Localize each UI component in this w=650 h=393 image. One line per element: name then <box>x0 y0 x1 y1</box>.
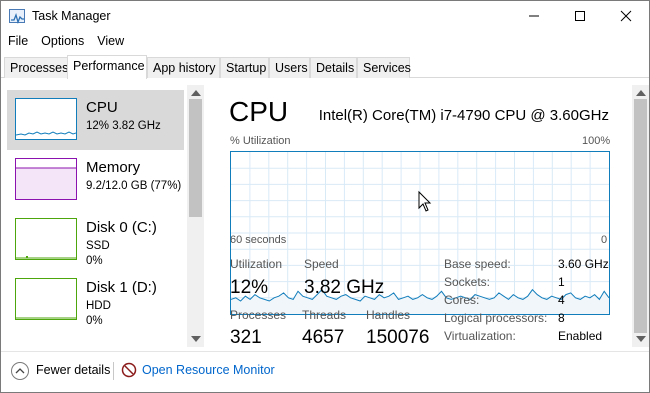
sidebar-item-cpu[interactable]: CPU 12% 3.82 GHz <box>7 90 184 150</box>
sidebar-item-memory[interactable]: Memory 9.2/12.0 GB (77%) <box>7 150 184 210</box>
graph-xlabel-left: 60 seconds <box>230 234 287 246</box>
minimize-button[interactable] <box>511 1 557 31</box>
sockets-label: Sockets: <box>444 275 491 289</box>
sidebar-item-disk0-sub: SSD 0% <box>86 239 110 269</box>
base-speed-label: Base speed: <box>444 257 511 271</box>
chevron-up-icon[interactable] <box>11 362 29 380</box>
close-button[interactable] <box>603 1 649 31</box>
tab-processes[interactable]: Processes <box>4 57 68 78</box>
handles-label: Handles <box>366 308 411 322</box>
tab-services[interactable]: Services <box>357 57 411 78</box>
sidebar-scrollbar[interactable] <box>187 85 204 347</box>
graph-ymax-label: 100% <box>582 135 611 147</box>
detail-scroll-down-arrow-icon[interactable] <box>636 336 646 342</box>
task-manager-app-icon <box>9 9 25 24</box>
menu-options[interactable]: Options <box>34 32 90 52</box>
sockets-value: 1 <box>558 275 565 289</box>
sidebar-item-disk0-title: Disk 0 (C:) <box>86 219 157 236</box>
sidebar-item-disk0[interactable]: Disk 0 (C:) SSD 0% <box>7 210 184 270</box>
sidebar-scroll-thumb[interactable] <box>189 99 202 217</box>
logical-processors-label: Logical processors: <box>444 311 548 325</box>
disk0-thumbnail-line <box>16 256 76 259</box>
processes-value: 321 <box>230 327 262 348</box>
close-icon <box>620 10 632 22</box>
sidebar-item-disk1-title: Disk 1 (D:) <box>86 279 157 296</box>
tab-app-history[interactable]: App history <box>147 57 220 78</box>
scroll-up-arrow-icon[interactable] <box>191 90 201 96</box>
tab-startup[interactable]: Startup <box>220 57 269 78</box>
task-manager-window: Task Manager File Options View Processes… <box>0 0 650 393</box>
logical-processors-value: 8 <box>558 311 565 325</box>
maximize-button[interactable] <box>557 1 603 31</box>
memory-thumbnail-fill <box>16 167 76 199</box>
threads-value: 4657 <box>302 327 345 348</box>
cpu-detail-pane: CPU Intel(R) Core(TM) i7-4790 CPU @ 3.60… <box>216 85 631 348</box>
fewer-details-link[interactable]: Fewer details <box>36 363 110 377</box>
sidebar-item-memory-sub: 9.2/12.0 GB (77%) <box>86 180 182 192</box>
sidebar-item-disk1[interactable]: Disk 1 (D:) HDD 0% <box>7 270 184 330</box>
performance-sidebar: CPU 12% 3.82 GHz Memory 9.2/12.0 GB (77%… <box>1 85 206 347</box>
processes-label: Processes <box>230 308 287 322</box>
threads-label: Threads <box>302 308 347 322</box>
scroll-down-arrow-icon[interactable] <box>191 336 201 342</box>
utilization-value: 12% <box>230 277 269 298</box>
cpu-model-name: Intel(R) Core(TM) i7-4790 CPU @ 3.60GHz <box>318 107 609 124</box>
footer-divider <box>113 362 114 380</box>
graph-ylabel: % Utilization <box>230 135 291 147</box>
sidebar-item-disk0-type: SSD <box>86 240 110 252</box>
sidebar-item-disk1-usage: 0% <box>86 315 103 327</box>
tab-performance[interactable]: Performance <box>67 55 147 79</box>
window-title: Task Manager <box>32 9 111 23</box>
detail-scrollbar[interactable] <box>632 85 649 347</box>
memory-thumbnail-graph <box>15 158 77 200</box>
cpu-thumbnail-line <box>15 131 77 136</box>
cores-label: Cores: <box>444 293 480 307</box>
title-bar: Task Manager <box>1 1 649 31</box>
tab-details[interactable]: Details <box>310 57 357 78</box>
disk0-thumbnail-graph <box>15 218 77 260</box>
sidebar-item-memory-title: Memory <box>86 159 141 176</box>
menu-file[interactable]: File <box>1 32 34 52</box>
maximize-icon <box>575 11 585 21</box>
menu-view[interactable]: View <box>90 32 130 52</box>
graph-xlabel-right: 0 <box>601 234 608 246</box>
cpu-graph-canvas <box>230 152 610 314</box>
speed-value: 3.82 GHz <box>304 277 385 298</box>
disk1-thumbnail-line <box>16 317 76 319</box>
minimize-icon <box>529 15 539 17</box>
speed-label: Speed <box>304 257 339 271</box>
menu-bar: File Options View <box>1 32 649 52</box>
base-speed-value: 3.60 GHz <box>558 257 609 271</box>
open-resource-monitor-link[interactable]: Open Resource Monitor <box>142 363 275 377</box>
detail-scroll-thumb[interactable] <box>634 99 647 333</box>
sidebar-item-disk1-sub: HDD 0% <box>86 299 111 329</box>
sidebar-item-cpu-title: CPU <box>86 99 118 116</box>
cpu-thumbnail-graph <box>15 98 77 140</box>
cpu-utilization-graph <box>230 151 610 315</box>
sidebar-item-disk1-type: HDD <box>86 300 111 312</box>
detail-scroll-up-arrow-icon[interactable] <box>636 90 646 96</box>
tab-users[interactable]: Users <box>269 57 310 78</box>
utilization-label: Utilization <box>230 257 283 271</box>
sidebar-item-cpu-sub: 12% 3.82 GHz <box>86 120 161 132</box>
tab-bar: Processes Performance App history Startu… <box>1 55 649 79</box>
cpu-heading: CPU <box>229 96 289 127</box>
footer-bar: Fewer details Open Resource Monitor <box>1 351 649 392</box>
virtualization-value: Enabled <box>558 329 603 343</box>
cores-value: 4 <box>558 293 565 307</box>
disk1-thumbnail-graph <box>15 278 77 320</box>
handles-value: 150076 <box>366 327 430 348</box>
mouse-cursor-icon <box>418 190 432 212</box>
sidebar-item-disk0-usage: 0% <box>86 255 103 267</box>
virtualization-label: Virtualization: <box>444 329 516 343</box>
resource-monitor-icon[interactable] <box>121 362 137 378</box>
